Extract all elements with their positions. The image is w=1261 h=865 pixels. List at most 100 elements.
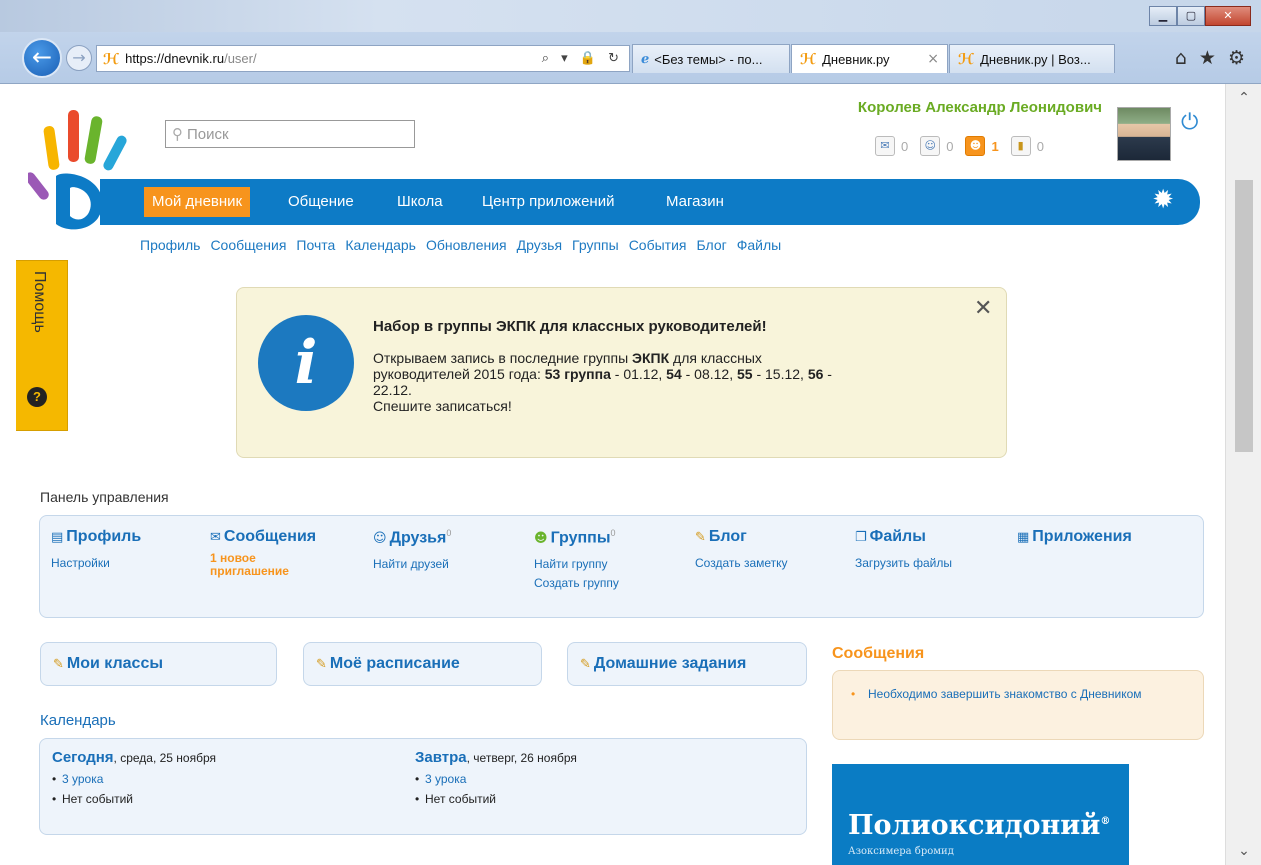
subnav-files[interactable]: Файлы <box>737 237 781 253</box>
settings-link[interactable]: Настройки <box>51 554 141 573</box>
envelope-icon: ✉ <box>210 530 221 545</box>
cp-messages-title[interactable]: ✉ Сообщения <box>210 528 316 546</box>
person-icon: ☺ <box>373 531 387 547</box>
my-schedule-button[interactable]: ✎ Моё расписание <box>303 642 542 686</box>
today-lessons-link[interactable]: 3 урока <box>52 772 216 786</box>
nav-app-center[interactable]: Центр приложений <box>474 187 622 217</box>
create-group-link[interactable]: Создать группу <box>534 576 619 590</box>
subnav-messages[interactable]: Сообщения <box>210 237 286 253</box>
main-nav: Мой дневник Общение Школа Центр приложен… <box>100 179 1200 225</box>
gear-icon[interactable]: ✹ <box>1152 185 1174 215</box>
person-icon[interactable]: ☺ <box>920 136 941 156</box>
cp-files-title[interactable]: ❐ Файлы <box>855 528 952 546</box>
profile-card-icon: ▤ <box>51 530 64 545</box>
apps-grid-icon: ▦ <box>1017 530 1030 545</box>
files-icon: ❐ <box>855 530 867 545</box>
friends-count: 0 <box>446 528 452 538</box>
alert-line: 1 новое <box>210 551 256 565</box>
coins-icon[interactable]: ▮ <box>1010 136 1031 156</box>
cp-title-text: Друзья <box>389 529 447 547</box>
help-tab[interactable]: Помощь ? <box>16 260 68 431</box>
subnav-profile[interactable]: Профиль <box>140 237 200 253</box>
tomorrow-link[interactable]: Завтра <box>415 749 467 766</box>
settings-gear-icon[interactable]: ⚙ <box>1228 47 1245 69</box>
subnav-groups[interactable]: Группы <box>572 237 619 253</box>
subnav-events[interactable]: События <box>629 237 687 253</box>
home-icon[interactable]: ⌂ <box>1175 47 1187 69</box>
address-bar[interactable]: ℋ https://dnevnik.ru/user/ ⌕ ▾ 🔒 ↻ <box>96 45 630 72</box>
cp-apps-title[interactable]: ▦ Приложения <box>1017 528 1132 546</box>
my-classes-button[interactable]: ✎ Мои классы <box>40 642 277 686</box>
mail-icon[interactable]: ✉ <box>875 136 895 156</box>
avatar[interactable] <box>1117 107 1171 161</box>
power-logout-icon[interactable]: ⏻ <box>1181 110 1198 135</box>
help-question-icon: ? <box>27 387 47 407</box>
advertisement-banner[interactable]: Полиоксидоний® Азоксимера бромид <box>832 764 1129 865</box>
new-invite-link[interactable]: 1 новое приглашение <box>210 552 316 578</box>
pencil-icon: ✎ <box>53 657 64 672</box>
scroll-down-arrow-icon[interactable]: ⌄ <box>1226 843 1261 859</box>
pencil-icon: ✎ <box>316 657 327 672</box>
maximize-icon[interactable]: ▢ <box>1177 6 1205 26</box>
invite-icon[interactable]: ☻ <box>965 136 986 156</box>
favorites-star-icon[interactable]: ★ <box>1199 47 1216 69</box>
calendar-today: Сегодня, среда, 25 ноября 3 урока Нет со… <box>52 749 216 806</box>
minimize-icon[interactable]: ▁ <box>1149 6 1177 26</box>
tab-label: Дневник.ру <box>822 51 890 67</box>
user-name-link[interactable]: Королев Александр Леонидович <box>700 99 1102 116</box>
notice-text: 22.12. <box>373 382 412 398</box>
nav-my-diary[interactable]: Мой дневник <box>144 187 251 217</box>
browser-chrome: ▁ ▢ ✕ ← → ℋ https://dnevnik.ru/user/ ⌕ ▾… <box>0 0 1261 84</box>
subnav-calendar[interactable]: Календарь <box>345 237 416 253</box>
scroll-up-arrow-icon[interactable]: ⌃ <box>1226 90 1261 106</box>
homework-button[interactable]: ✎ Домашние задания <box>567 642 807 686</box>
subnav-mail[interactable]: Почта <box>296 237 335 253</box>
announcement-notice: i Набор в группы ЭКПК для классных руков… <box>236 287 1007 458</box>
tomorrow-lessons-link[interactable]: 3 урока <box>415 772 577 786</box>
create-note-link[interactable]: Создать заметку <box>695 554 788 573</box>
find-group-link[interactable]: Найти группу <box>534 557 608 571</box>
subnav-blog[interactable]: Блог <box>696 237 726 253</box>
scroll-thumb[interactable] <box>1235 180 1253 452</box>
messages-widget: • Необходимо завершить знакомство с Днев… <box>832 670 1204 740</box>
tab-close-icon[interactable]: × <box>927 51 939 67</box>
notice-title: Набор в группы ЭКПК для классных руковод… <box>373 318 767 335</box>
cp-groups-title[interactable]: ☻ Группы0 <box>534 528 619 547</box>
ie-icon: ℯ <box>641 51 650 67</box>
forward-arrow-icon[interactable]: → <box>66 45 92 71</box>
groups-count: 0 <box>610 528 616 538</box>
control-panel-label: Панель управления <box>40 489 169 505</box>
address-tools[interactable]: ⌕ ▾ 🔒 ↻ <box>542 51 623 66</box>
upload-files-link[interactable]: Загрузить файлы <box>855 554 952 573</box>
tab-label: <Без темы> - по... <box>654 51 763 67</box>
find-friends-link[interactable]: Найти друзей <box>373 555 451 574</box>
notice-text: - 08.12, <box>681 366 737 382</box>
subnav-updates[interactable]: Обновления <box>426 237 507 253</box>
today-link[interactable]: Сегодня <box>52 749 114 766</box>
nav-shop[interactable]: Магазин <box>658 187 732 217</box>
tab-mail[interactable]: ℯ <Без темы> - по... <box>632 44 790 73</box>
close-window-icon[interactable]: ✕ <box>1205 6 1251 26</box>
calendar-title[interactable]: Календарь <box>40 712 116 729</box>
subnav-friends[interactable]: Друзья <box>517 237 562 253</box>
invite-count: 1 <box>991 138 999 154</box>
tab-dnevnik-active[interactable]: ℋ Дневник.ру × <box>791 44 948 73</box>
cp-profile-title[interactable]: ▤ Профиль <box>51 528 141 546</box>
nav-communication[interactable]: Общение <box>280 187 362 217</box>
ad-brand-text: Полиоксидоний <box>848 810 1101 841</box>
scrollbar[interactable]: ⌃ ⌄ <box>1225 84 1261 865</box>
friends-count: 0 <box>946 138 954 154</box>
notice-bold: 53 группа <box>544 366 611 382</box>
cp-friends-title[interactable]: ☺ Друзья0 <box>373 528 451 547</box>
back-arrow-icon[interactable]: ← <box>22 38 62 78</box>
cp-blog-title[interactable]: ✎ Блог <box>695 528 788 546</box>
close-icon[interactable]: ✕ <box>974 296 992 321</box>
window-controls: ▁ ▢ ✕ <box>1149 6 1251 26</box>
button-label: Домашние задания <box>593 655 747 672</box>
control-panel: ▤ Профиль Настройки ✉ Сообщения 1 новое при… <box>39 515 1204 618</box>
nav-school[interactable]: Школа <box>389 187 451 217</box>
button-label: Моё расписание <box>329 655 460 672</box>
message-item-link[interactable]: Необходимо завершить знакомство с Дневни… <box>868 688 1158 701</box>
search-input[interactable]: ⚲ Поиск <box>165 120 415 148</box>
tab-dnevnik-2[interactable]: ℋ Дневник.ру | Воз... <box>949 44 1115 73</box>
